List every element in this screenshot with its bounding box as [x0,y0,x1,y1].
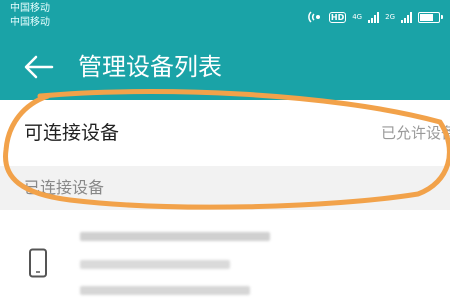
connectable-devices-row[interactable]: 可连接设备 已允许设备 [0,100,450,166]
hd-icon: HD [328,11,347,23]
signal-icon-2 [401,11,412,23]
nfc-icon [308,11,320,23]
network-2g-label: 2G [385,13,395,21]
connected-device-item[interactable] [0,210,450,300]
title-bar: 管理设备列表 [0,34,450,100]
phone-icon [29,248,47,278]
blurred-device-detail-2 [80,286,250,295]
status-bar: 中国移动 中国移动 HD 4G 2G [0,0,450,34]
connected-devices-header: 已连接设备 [24,178,105,197]
blurred-device-name [80,232,270,241]
allowed-devices-value: 已允许设备 [380,124,450,142]
page-title: 管理设备列表 [78,53,222,81]
blurred-device-detail [80,260,230,269]
status-icons: HD 4G 2G [307,8,443,26]
carrier-label-1: 中国移动 [10,3,50,14]
battery-icon [418,11,443,23]
connectable-devices-label: 可连接设备 [24,122,120,144]
carrier-label-2: 中国移动 [10,17,50,28]
arrow-left-icon [24,55,54,79]
network-4g-label: 4G [352,13,363,21]
back-button[interactable] [22,52,56,82]
signal-icon [368,11,380,23]
battery-fill [420,13,433,21]
